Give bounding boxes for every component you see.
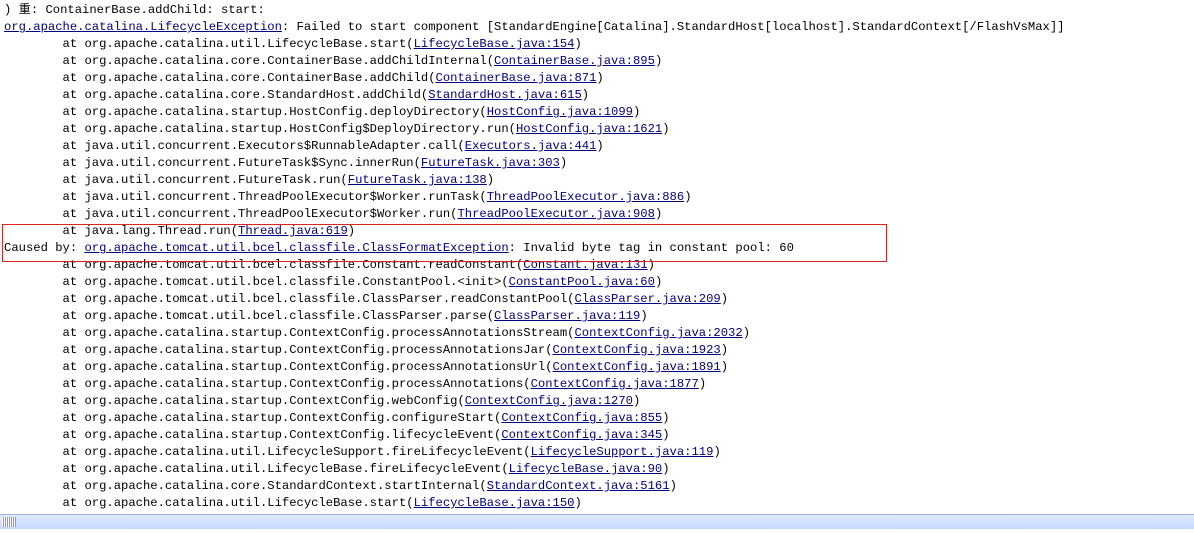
stack-frame: at java.util.concurrent.FutureTask$Sync.…: [4, 156, 421, 170]
source-location-link[interactable]: LifecycleBase.java:154: [414, 37, 575, 51]
source-location-link[interactable]: StandardContext.java:5161: [487, 479, 670, 493]
source-location-link[interactable]: ContainerBase.java:871: [436, 71, 597, 85]
stack-frame: at org.apache.catalina.util.LifecycleBas…: [4, 37, 414, 51]
stack-frame: at java.util.concurrent.ThreadPoolExecut…: [4, 207, 457, 221]
source-location-link[interactable]: HostConfig.java:1099: [487, 105, 633, 119]
caused-by-label: Caused by:: [4, 241, 84, 255]
stack-frame: at org.apache.catalina.startup.ContextCo…: [4, 343, 553, 357]
source-location-link[interactable]: Executors.java:441: [465, 139, 597, 153]
source-location-link[interactable]: LifecycleBase.java:150: [414, 496, 575, 510]
source-location-link[interactable]: ThreadPoolExecutor.java:908: [457, 207, 654, 221]
source-location-link[interactable]: ConstantPool.java:60: [509, 275, 655, 289]
source-location-link[interactable]: ContextConfig.java:2032: [574, 326, 742, 340]
stack-frame: at org.apache.catalina.startup.HostConfi…: [4, 105, 487, 119]
exception-message: : Failed to start component [StandardEng…: [282, 20, 1065, 34]
exception-class-link[interactable]: org.apache.catalina.LifecycleException: [4, 20, 282, 34]
stack-frame: at java.util.concurrent.Executors$Runnab…: [4, 139, 465, 153]
stack-frame: at org.apache.tomcat.util.bcel.classfile…: [4, 292, 574, 306]
stack-frame: at org.apache.catalina.startup.ContextCo…: [4, 411, 501, 425]
stack-frame: at java.lang.Thread.run(: [4, 224, 238, 238]
stack-frame: at org.apache.catalina.startup.ContextCo…: [4, 326, 574, 340]
stack-frame: at java.util.concurrent.FutureTask.run(: [4, 173, 348, 187]
source-location-link[interactable]: LifecycleSupport.java:119: [531, 445, 714, 459]
source-location-link[interactable]: ContextConfig.java:1877: [531, 377, 699, 391]
source-location-link[interactable]: FutureTask.java:303: [421, 156, 560, 170]
stack-trace: ) 重: ContainerBase.addChild: start: org.…: [0, 0, 1194, 533]
source-location-link[interactable]: ContextConfig.java:345: [501, 428, 662, 442]
stack-frame: at org.apache.catalina.startup.HostConfi…: [4, 122, 516, 136]
cause-exception-message: : Invalid byte tag in constant pool: 60: [509, 241, 794, 255]
stack-frame: at org.apache.catalina.startup.ContextCo…: [4, 377, 531, 391]
source-location-link[interactable]: ThreadPoolExecutor.java:886: [487, 190, 684, 204]
stack-frame: at java.util.concurrent.ThreadPoolExecut…: [4, 190, 487, 204]
stack-frame: at org.apache.tomcat.util.bcel.classfile…: [4, 258, 523, 272]
stack-frame: at org.apache.catalina.core.ContainerBas…: [4, 71, 436, 85]
stack-frame: at org.apache.catalina.core.ContainerBas…: [4, 54, 494, 68]
source-location-link[interactable]: ContextConfig.java:1923: [553, 343, 721, 357]
source-location-link[interactable]: Thread.java:619: [238, 224, 348, 238]
source-location-link[interactable]: ContainerBase.java:895: [494, 54, 655, 68]
stack-frame: at org.apache.catalina.startup.ContextCo…: [4, 428, 501, 442]
cause-exception-class-link[interactable]: org.apache.tomcat.util.bcel.classfile.Cl…: [84, 241, 508, 255]
status-bar-grip-icon: [2, 517, 16, 527]
stack-frame: at org.apache.catalina.startup.ContextCo…: [4, 394, 465, 408]
stack-frame: at org.apache.tomcat.util.bcel.classfile…: [4, 309, 494, 323]
source-location-link[interactable]: ClassParser.java:119: [494, 309, 640, 323]
stack-frame: at org.apache.catalina.util.LifecycleBas…: [4, 462, 509, 476]
source-location-link[interactable]: HostConfig.java:1621: [516, 122, 662, 136]
source-location-link[interactable]: ContextConfig.java:855: [501, 411, 662, 425]
stack-frame: at org.apache.catalina.util.LifecycleSup…: [4, 445, 531, 459]
source-location-link[interactable]: ContextConfig.java:1270: [465, 394, 633, 408]
source-location-link[interactable]: LifecycleBase.java:90: [509, 462, 663, 476]
log-header: ) 重: ContainerBase.addChild: start:: [4, 3, 265, 17]
stack-frame: at org.apache.catalina.core.StandardCont…: [4, 479, 487, 493]
stack-frame: at org.apache.catalina.startup.ContextCo…: [4, 360, 553, 374]
stack-frame: at org.apache.catalina.util.LifecycleBas…: [4, 496, 414, 510]
source-location-link[interactable]: ClassParser.java:209: [574, 292, 720, 306]
source-location-link[interactable]: Constant.java:131: [523, 258, 647, 272]
source-location-link[interactable]: ContextConfig.java:1891: [553, 360, 721, 374]
stack-frame: at org.apache.tomcat.util.bcel.classfile…: [4, 275, 509, 289]
source-location-link[interactable]: StandardHost.java:615: [428, 88, 582, 102]
status-bar: [0, 514, 1194, 529]
source-location-link[interactable]: FutureTask.java:138: [348, 173, 487, 187]
stack-frame: at org.apache.catalina.core.StandardHost…: [4, 88, 428, 102]
